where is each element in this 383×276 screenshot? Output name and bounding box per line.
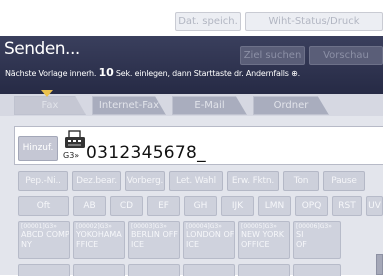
destination-tag: [00003]G3» bbox=[131, 223, 167, 230]
destination-name: YOKOHAMA O bbox=[76, 230, 124, 239]
hint-seconds: 10 bbox=[98, 66, 114, 79]
destination-name: BERLIN OFF bbox=[131, 230, 178, 239]
destination-name-cont: ICE bbox=[131, 240, 144, 249]
index-tab-opq[interactable]: OPQ bbox=[295, 196, 328, 216]
destination-name: ABCD COMPA bbox=[21, 230, 70, 239]
destination-name-cont: NY bbox=[21, 240, 32, 249]
tab-fax[interactable]: Fax bbox=[14, 96, 86, 115]
index-tab-lmn[interactable]: LMN bbox=[258, 196, 291, 216]
destination-name-cont: ICE bbox=[186, 240, 199, 249]
job-status-button[interactable]: Wiht-Status/Druck bbox=[245, 12, 383, 31]
add-destination-button[interactable]: Hinzuf. bbox=[18, 136, 58, 161]
destination-tag: [00006]G3» bbox=[296, 223, 332, 230]
scrollbar-handle[interactable] bbox=[376, 254, 383, 275]
index-tab-ijk[interactable]: IJK bbox=[221, 196, 254, 216]
destination-button-yokohama-office[interactable]: [00002]G3» YOKOHAMA O FFICE bbox=[73, 221, 125, 259]
index-tab-frequent[interactable]: Oft bbox=[18, 196, 69, 216]
selected-tab-marker-icon bbox=[41, 90, 53, 97]
store-file-button[interactable]: Dat. speich. bbox=[175, 12, 241, 31]
destination-button-next-row[interactable] bbox=[73, 264, 125, 276]
index-tab-rst[interactable]: RST bbox=[332, 196, 362, 216]
destination-tag: [00001]G3» bbox=[21, 223, 57, 230]
tone-button[interactable]: Ton bbox=[283, 171, 319, 191]
index-tab-gh[interactable]: GH bbox=[184, 196, 217, 216]
index-tab-ab[interactable]: AB bbox=[73, 196, 106, 216]
preview-button[interactable]: Vorschau bbox=[309, 46, 383, 65]
destination-name: LONDON OFF bbox=[186, 230, 235, 239]
tab-internet-fax[interactable]: Internet-Fax bbox=[92, 96, 166, 115]
destination-button-next-row[interactable] bbox=[18, 264, 70, 276]
edit-destination-button[interactable]: Dez.bear. bbox=[72, 171, 121, 191]
destination-button-next-row[interactable] bbox=[238, 264, 290, 276]
redial-button[interactable]: Let. Wahl bbox=[169, 171, 223, 191]
destination-name-cont: OFFICE bbox=[241, 240, 270, 249]
advanced-features-button[interactable]: Erw. Fktn. bbox=[227, 171, 279, 191]
index-tab-uv[interactable]: UV bbox=[366, 196, 383, 216]
index-tab-cd[interactable]: CD bbox=[110, 196, 143, 216]
destination-tag: [00005]G3» bbox=[241, 223, 277, 230]
destination-button-next-row[interactable] bbox=[293, 264, 341, 276]
destination-name-cont: FFICE bbox=[76, 240, 99, 249]
tab-folder[interactable]: Ordner bbox=[253, 96, 329, 115]
hint-text-start: Nächste Vorlage innerh. bbox=[5, 69, 97, 78]
destination-button-new-york-office[interactable]: [00005]G3» NEW YORK OFFICE bbox=[238, 221, 290, 259]
destination-tag: [00004]G3» bbox=[186, 223, 222, 230]
prefix-button[interactable]: Vorberg. bbox=[125, 171, 165, 191]
program-button[interactable]: Pep.-Ni.. bbox=[18, 171, 68, 191]
index-tab-ef[interactable]: EF bbox=[147, 196, 180, 216]
destination-name: SI bbox=[296, 230, 304, 239]
pause-button[interactable]: Pause bbox=[323, 171, 365, 191]
destination-button-partial[interactable]: [00006]G3» SI OF bbox=[293, 221, 341, 259]
destination-button-next-row[interactable] bbox=[128, 264, 180, 276]
page-title: Senden... bbox=[4, 39, 80, 59]
fax-number-field[interactable]: 0312345678_ bbox=[86, 143, 206, 163]
destination-button-abcd-company[interactable]: [00001]G3» ABCD COMPA NY bbox=[18, 221, 70, 259]
hint-text-end: Sek. einlegen, dann Starttaste dr. Ander… bbox=[115, 69, 300, 78]
destination-name-cont: OF bbox=[296, 240, 307, 249]
status-hint: Nächste Vorlage innerh. 10 Sek. einlegen… bbox=[5, 66, 300, 79]
line-type-label: G3» bbox=[63, 151, 80, 160]
destination-name: NEW YORK bbox=[241, 230, 285, 239]
destination-tag: [00002]G3» bbox=[76, 223, 112, 230]
destination-button-london-office[interactable]: [00004]G3» LONDON OFF ICE bbox=[183, 221, 235, 259]
destination-button-berlin-office[interactable]: [00003]G3» BERLIN OFF ICE bbox=[128, 221, 180, 259]
tab-email[interactable]: E-Mail bbox=[172, 96, 247, 115]
destination-search-button[interactable]: Ziel suchen bbox=[240, 46, 305, 65]
destination-button-next-row[interactable] bbox=[183, 264, 235, 276]
fax-machine-icon bbox=[65, 130, 85, 148]
